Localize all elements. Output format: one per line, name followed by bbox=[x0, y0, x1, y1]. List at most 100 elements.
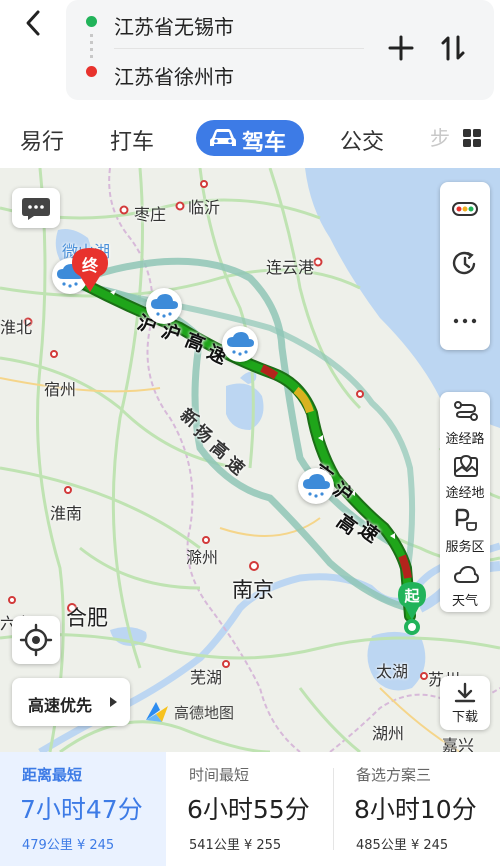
field-divider bbox=[114, 48, 364, 49]
destination-dot bbox=[86, 66, 97, 77]
car-icon bbox=[210, 129, 236, 146]
map-label-lianyungang: 连云港 bbox=[266, 258, 315, 277]
tab-drive[interactable]: 驾车 bbox=[196, 120, 304, 156]
time-planning-button[interactable] bbox=[440, 248, 490, 282]
service-area-icon bbox=[455, 508, 477, 531]
download-panel: 下载 bbox=[440, 676, 490, 730]
route-options: 距离最短 7小时47分 479公里 ¥ 245 时间最短 6小时55分 541公… bbox=[0, 752, 500, 866]
swap-button[interactable] bbox=[438, 33, 468, 63]
route-option-time: 7小时47分 bbox=[20, 795, 143, 824]
origin-dot bbox=[86, 16, 97, 27]
map-label-chuzhou: 滁州 bbox=[186, 548, 219, 567]
origin-pin[interactable]: 起 bbox=[396, 580, 428, 640]
route-option-label: 备选方案三 bbox=[356, 766, 432, 784]
map-label-hefei: 合肥 bbox=[66, 606, 108, 630]
message-button[interactable] bbox=[12, 188, 60, 228]
weather-button[interactable]: 天气 bbox=[440, 560, 490, 610]
route-option-time: 8小时10分 bbox=[354, 795, 477, 824]
route-option-toll: ¥ 245 bbox=[76, 838, 115, 853]
transport-tabs: 易行 打车 驾车 公交 步 bbox=[0, 110, 500, 168]
grid-icon bbox=[463, 129, 481, 147]
route-input-card: 江苏省无锡市 江苏省徐州市 bbox=[66, 0, 494, 100]
swap-icon bbox=[441, 35, 465, 61]
weather-marker-3[interactable] bbox=[222, 326, 258, 362]
traffic-light-icon bbox=[452, 202, 478, 216]
via-place-icon bbox=[454, 454, 478, 477]
add-waypoint-button[interactable] bbox=[386, 33, 416, 63]
route-option-label: 距离最短 bbox=[22, 766, 83, 784]
map-tools-panel bbox=[440, 182, 490, 350]
map-label-zaozhuang: 枣庄 bbox=[134, 205, 167, 224]
destination-pin[interactable]: 终 bbox=[70, 246, 110, 298]
destination-pin-label: 终 bbox=[81, 256, 98, 275]
route-option-label: 时间最短 bbox=[189, 766, 250, 784]
destination-field[interactable]: 江苏省徐州市 bbox=[114, 61, 234, 90]
more-options-button[interactable] bbox=[440, 308, 490, 334]
route-option-meta: 485公里 ¥ 245 bbox=[356, 834, 448, 853]
route-preference-label: 高速优先 bbox=[28, 696, 93, 715]
via-road-button[interactable]: 途经路 bbox=[440, 398, 490, 448]
back-button[interactable] bbox=[18, 8, 48, 38]
route-option-toll: ¥ 255 bbox=[243, 838, 282, 853]
route-option-time: 6小时55分 bbox=[187, 795, 310, 824]
weather-marker-4[interactable] bbox=[298, 468, 334, 504]
route-dotted-line bbox=[90, 34, 93, 58]
download-icon bbox=[454, 682, 476, 703]
tab-taxi[interactable]: 打车 bbox=[110, 124, 154, 156]
chat-icon bbox=[22, 198, 50, 220]
caret-right-icon bbox=[110, 697, 117, 707]
amap-brand-text: 高德地图 bbox=[174, 704, 235, 722]
route-option-meta: 479公里 ¥ 245 bbox=[22, 834, 114, 853]
map-label-huzhou: 湖州 bbox=[372, 724, 405, 743]
tab-bus[interactable]: 公交 bbox=[340, 124, 384, 156]
route-option-meta: 541公里 ¥ 255 bbox=[189, 834, 281, 853]
tab-drive-label: 驾车 bbox=[242, 131, 287, 156]
download-button[interactable]: 下载 bbox=[440, 680, 490, 728]
download-label: 下载 bbox=[451, 710, 478, 725]
route-option-distance: 485公里 bbox=[356, 838, 407, 853]
via-road-label: 途经路 bbox=[445, 432, 485, 447]
top-bar: 江苏省无锡市 江苏省徐州市 bbox=[0, 0, 500, 110]
more-dots-icon bbox=[453, 318, 477, 324]
tab-yixing[interactable]: 易行 bbox=[20, 124, 64, 156]
map-view[interactable]: 枣庄 临沂 连云港 微山湖 淮北 宿州 淮南 滁州 南京 合肥 六安 芜湖 太湖… bbox=[0, 168, 500, 752]
origin-field[interactable]: 江苏省无锡市 bbox=[114, 11, 234, 40]
back-icon bbox=[26, 10, 40, 36]
more-modes-button[interactable] bbox=[462, 128, 482, 148]
map-label-huaibei: 淮北 bbox=[0, 318, 33, 337]
map-label-huainan: 淮南 bbox=[50, 504, 83, 523]
route-tools-panel: 途经路 途经地 服务区 天气 bbox=[440, 392, 490, 612]
map-label-nanjing: 南京 bbox=[232, 578, 274, 602]
service-area-label: 服务区 bbox=[445, 540, 485, 555]
plus-icon bbox=[388, 35, 414, 61]
origin-pin-label: 起 bbox=[404, 587, 420, 605]
route-option-2[interactable]: 时间最短 6小时55分 541公里 ¥ 255 bbox=[167, 752, 333, 866]
via-place-label: 途经地 bbox=[445, 486, 485, 501]
weather-label: 天气 bbox=[451, 594, 478, 609]
locate-button[interactable] bbox=[12, 616, 60, 664]
route-option-distance: 479公里 bbox=[22, 838, 73, 853]
via-road-icon bbox=[454, 401, 478, 421]
route-option-3[interactable]: 备选方案三 8小时10分 485公里 ¥ 245 bbox=[334, 752, 500, 866]
route-option-distance: 541公里 bbox=[189, 838, 240, 853]
route-preference-button[interactable]: 高速优先 bbox=[12, 678, 130, 726]
map-label-taihu: 太湖 bbox=[376, 662, 409, 681]
weather-marker-2[interactable] bbox=[146, 288, 182, 324]
clock-icon bbox=[452, 251, 476, 275]
amap-logo-icon bbox=[146, 702, 168, 722]
route-option-1[interactable]: 距离最短 7小时47分 479公里 ¥ 245 bbox=[0, 752, 166, 866]
weather-icon bbox=[453, 565, 479, 583]
snow-cloud-icon bbox=[227, 332, 254, 356]
via-place-button[interactable]: 途经地 bbox=[440, 452, 490, 502]
snow-cloud-icon bbox=[151, 294, 178, 318]
map-label-jiaxing: 嘉兴 bbox=[442, 736, 475, 752]
service-area-button[interactable]: 服务区 bbox=[440, 506, 490, 556]
map-label-wuhu: 芜湖 bbox=[190, 668, 223, 687]
snow-cloud-icon bbox=[303, 474, 330, 498]
locate-icon bbox=[19, 623, 53, 657]
route-option-toll: ¥ 245 bbox=[410, 838, 449, 853]
map-label-linyi: 临沂 bbox=[188, 198, 221, 217]
tab-walk[interactable]: 步 bbox=[430, 122, 450, 151]
map-label-suzhou-ah: 宿州 bbox=[44, 380, 77, 399]
traffic-toggle-button[interactable] bbox=[440, 194, 490, 224]
